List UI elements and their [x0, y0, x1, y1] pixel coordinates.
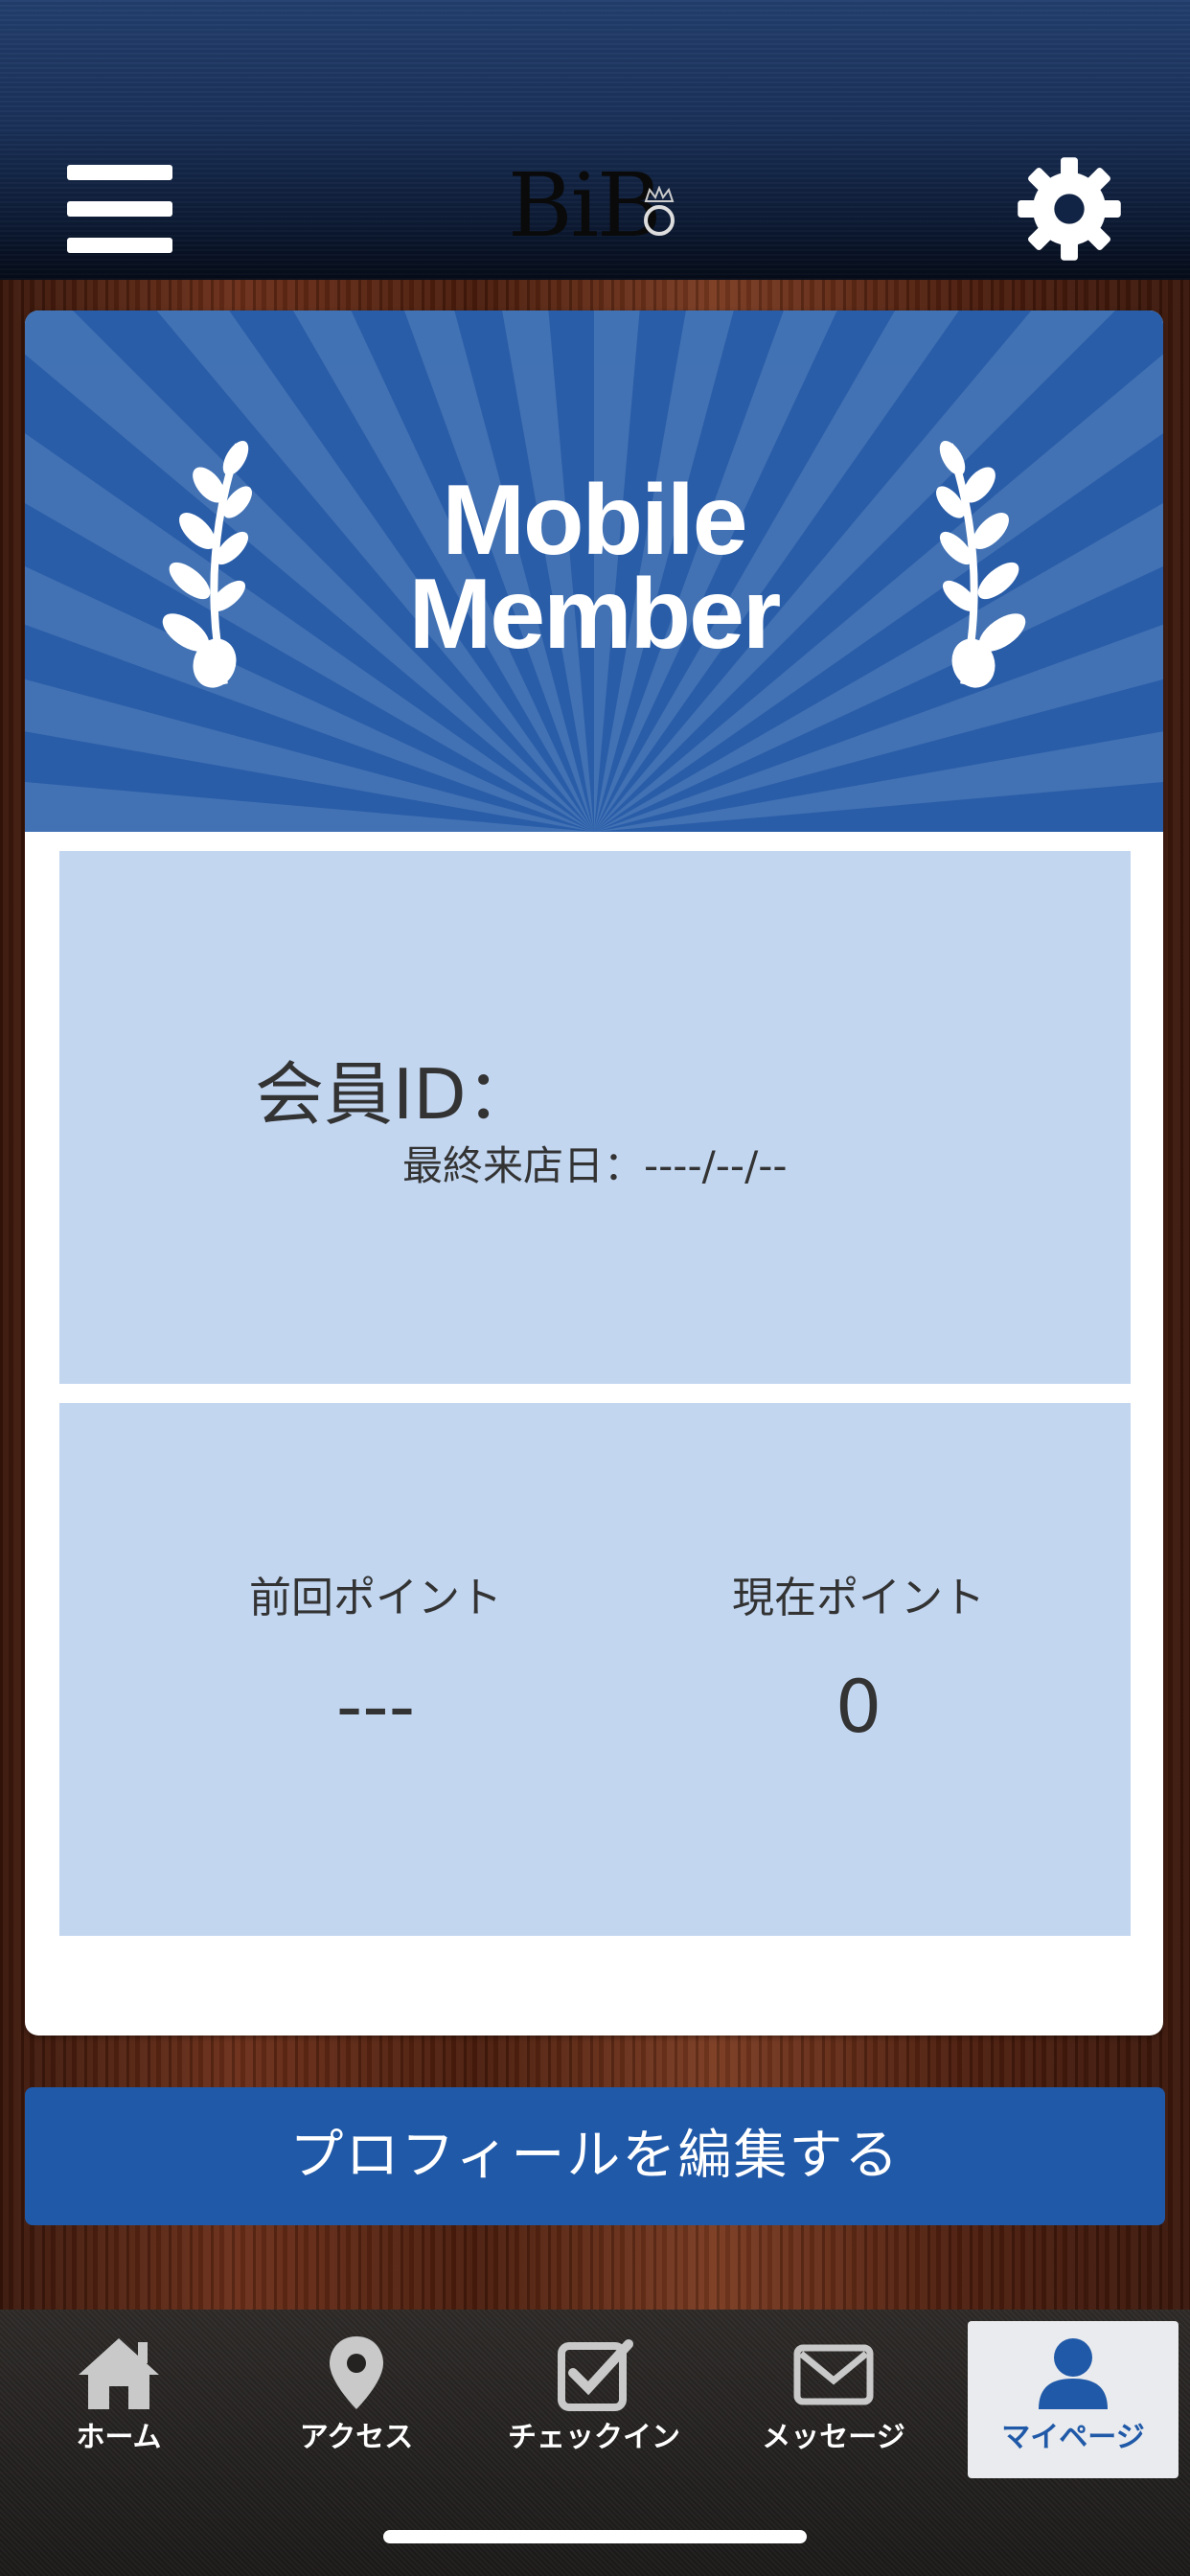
tab-home[interactable]: ホーム: [13, 2321, 224, 2478]
checkbox-icon: [558, 2339, 633, 2411]
member-id-label: 会員ID：: [255, 1054, 536, 1135]
edit-profile-button[interactable]: プロフィールを編集する: [25, 2087, 1165, 2225]
tab-home-label: ホーム: [76, 2421, 162, 2454]
current-points-value: 0: [835, 1664, 882, 1749]
tab-message[interactable]: メッセージ: [728, 2321, 939, 2478]
envelope-icon: [793, 2344, 874, 2405]
tab-message-label: メッセージ: [762, 2421, 905, 2454]
tab-access[interactable]: アクセス: [251, 2321, 462, 2478]
map-pin-icon: [330, 2336, 383, 2409]
previous-points-label: 前回ポイント: [249, 1574, 502, 1622]
member-card: Mobile Member 会員ID： 最終来店日：----/--/-- 前回ポ…: [25, 310, 1163, 2036]
tab-checkin[interactable]: チェックイン: [489, 2321, 699, 2478]
tab-mypage-label: マイページ: [1001, 2421, 1145, 2454]
last-visit-label: 最終来店日：----/--/--: [402, 1142, 788, 1189]
gear-icon[interactable]: [1016, 155, 1123, 263]
app-header: BiB: [0, 0, 1190, 280]
tab-mypage[interactable]: マイページ: [968, 2321, 1179, 2478]
tab-access-label: アクセス: [299, 2421, 414, 2454]
member-info-panel: 会員ID： 最終来店日：----/--/--: [59, 851, 1131, 1384]
banner-title: Mobile Member: [25, 465, 1163, 670]
crown-ring-icon: [644, 186, 675, 236]
current-points-label: 現在ポイント: [732, 1574, 985, 1622]
tab-checkin-label: チェックイン: [508, 2421, 680, 2454]
hamburger-menu-icon[interactable]: [67, 165, 172, 253]
previous-points: 前回ポイント ---: [203, 1570, 548, 1750]
banner-title-line2: Member: [408, 559, 782, 670]
banner-title-line1: Mobile: [442, 465, 747, 576]
previous-points-value: ---: [335, 1664, 416, 1749]
current-points: 現在ポイント 0: [686, 1570, 1031, 1750]
points-panel: 前回ポイント --- 現在ポイント 0: [59, 1403, 1131, 1936]
home-indicator: [383, 2530, 807, 2543]
person-icon: [1039, 2338, 1108, 2409]
home-icon: [79, 2338, 159, 2409]
